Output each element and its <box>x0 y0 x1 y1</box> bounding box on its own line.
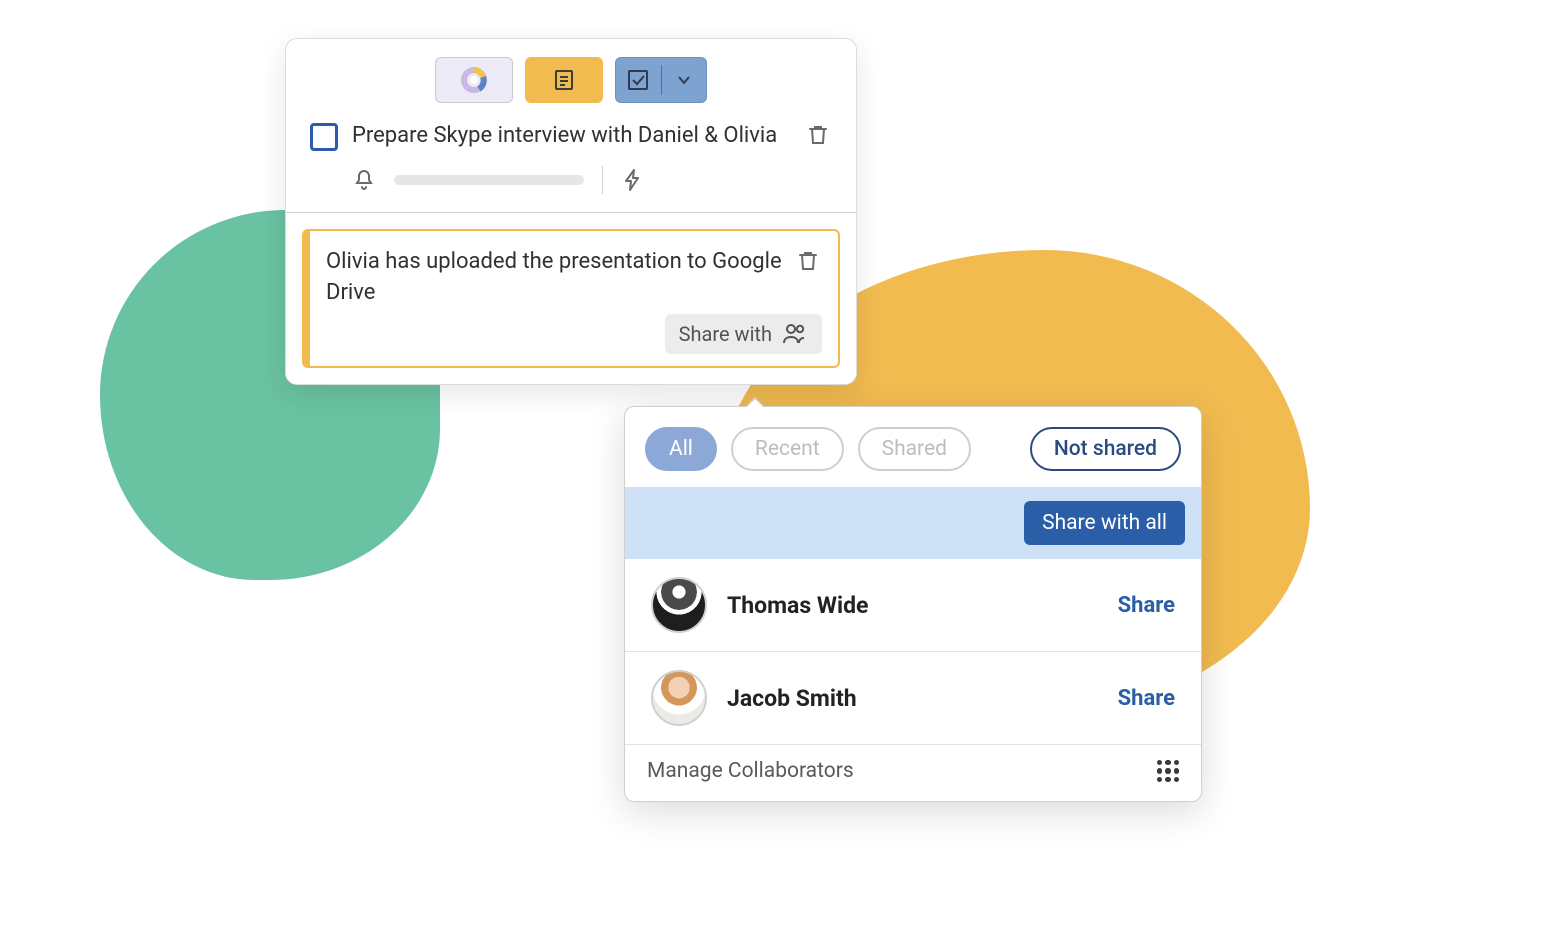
avatar <box>651 577 707 633</box>
task-row: Prepare Skype interview with Daniel & Ol… <box>286 113 856 152</box>
quick-action-button[interactable] <box>621 168 645 192</box>
share-person-button[interactable]: Share <box>1118 686 1175 711</box>
task-checkbox[interactable] <box>310 123 338 151</box>
note-text[interactable]: Olivia has uploaded the presentation to … <box>326 247 782 309</box>
view-note-button[interactable] <box>525 57 603 103</box>
share-with-label: Share with <box>679 322 772 346</box>
bolt-icon <box>621 168 645 192</box>
share-filter-row: All Recent Shared Not shared <box>625 407 1201 487</box>
meta-divider <box>602 166 603 194</box>
task-title[interactable]: Prepare Skype interview with Daniel & Ol… <box>352 121 792 152</box>
filter-shared[interactable]: Shared <box>858 427 971 471</box>
share-all-bar: Share with all <box>625 487 1201 559</box>
share-with-all-button[interactable]: Share with all <box>1024 501 1185 545</box>
reminder-button[interactable] <box>352 168 376 192</box>
divider <box>286 212 856 213</box>
task-toolbar <box>286 39 856 113</box>
share-footer: Manage Collaborators <box>625 745 1201 801</box>
view-donut-button[interactable] <box>435 57 513 103</box>
note-accent <box>304 231 310 367</box>
check-dropdown-button[interactable] <box>662 72 707 88</box>
check-icon <box>627 69 649 91</box>
filter-recent[interactable]: Recent <box>731 427 844 471</box>
share-popover: All Recent Shared Not shared Share with … <box>624 406 1202 802</box>
grid-menu-button[interactable] <box>1157 760 1179 782</box>
person-name: Thomas Wide <box>727 592 1098 619</box>
note-card[interactable]: Olivia has uploaded the presentation to … <box>302 229 840 369</box>
avatar <box>651 670 707 726</box>
share-with-button[interactable]: Share with <box>665 314 822 354</box>
person-row: Jacob Smith Share <box>625 652 1201 745</box>
person-name: Jacob Smith <box>727 685 1098 712</box>
person-row: Thomas Wide Share <box>625 559 1201 652</box>
task-progress[interactable] <box>394 175 584 185</box>
task-meta <box>286 152 856 208</box>
bell-icon <box>352 168 376 192</box>
chevron-down-icon <box>676 72 692 88</box>
trash-icon <box>796 249 820 273</box>
share-person-button[interactable]: Share <box>1118 593 1175 618</box>
task-card: Prepare Skype interview with Daniel & Ol… <box>285 38 857 385</box>
note-delete-button[interactable] <box>796 249 822 275</box>
donut-chart-icon <box>461 67 487 93</box>
trash-icon <box>806 123 830 147</box>
note-icon <box>552 68 576 92</box>
popover-arrow <box>745 397 765 407</box>
manage-collaborators-link[interactable]: Manage Collaborators <box>647 759 854 783</box>
people-icon <box>782 323 808 345</box>
task-delete-button[interactable] <box>806 123 832 149</box>
filter-all[interactable]: All <box>645 427 717 471</box>
check-main-button[interactable] <box>616 69 661 91</box>
view-check-split-button[interactable] <box>615 57 707 103</box>
filter-not-shared[interactable]: Not shared <box>1030 427 1181 471</box>
